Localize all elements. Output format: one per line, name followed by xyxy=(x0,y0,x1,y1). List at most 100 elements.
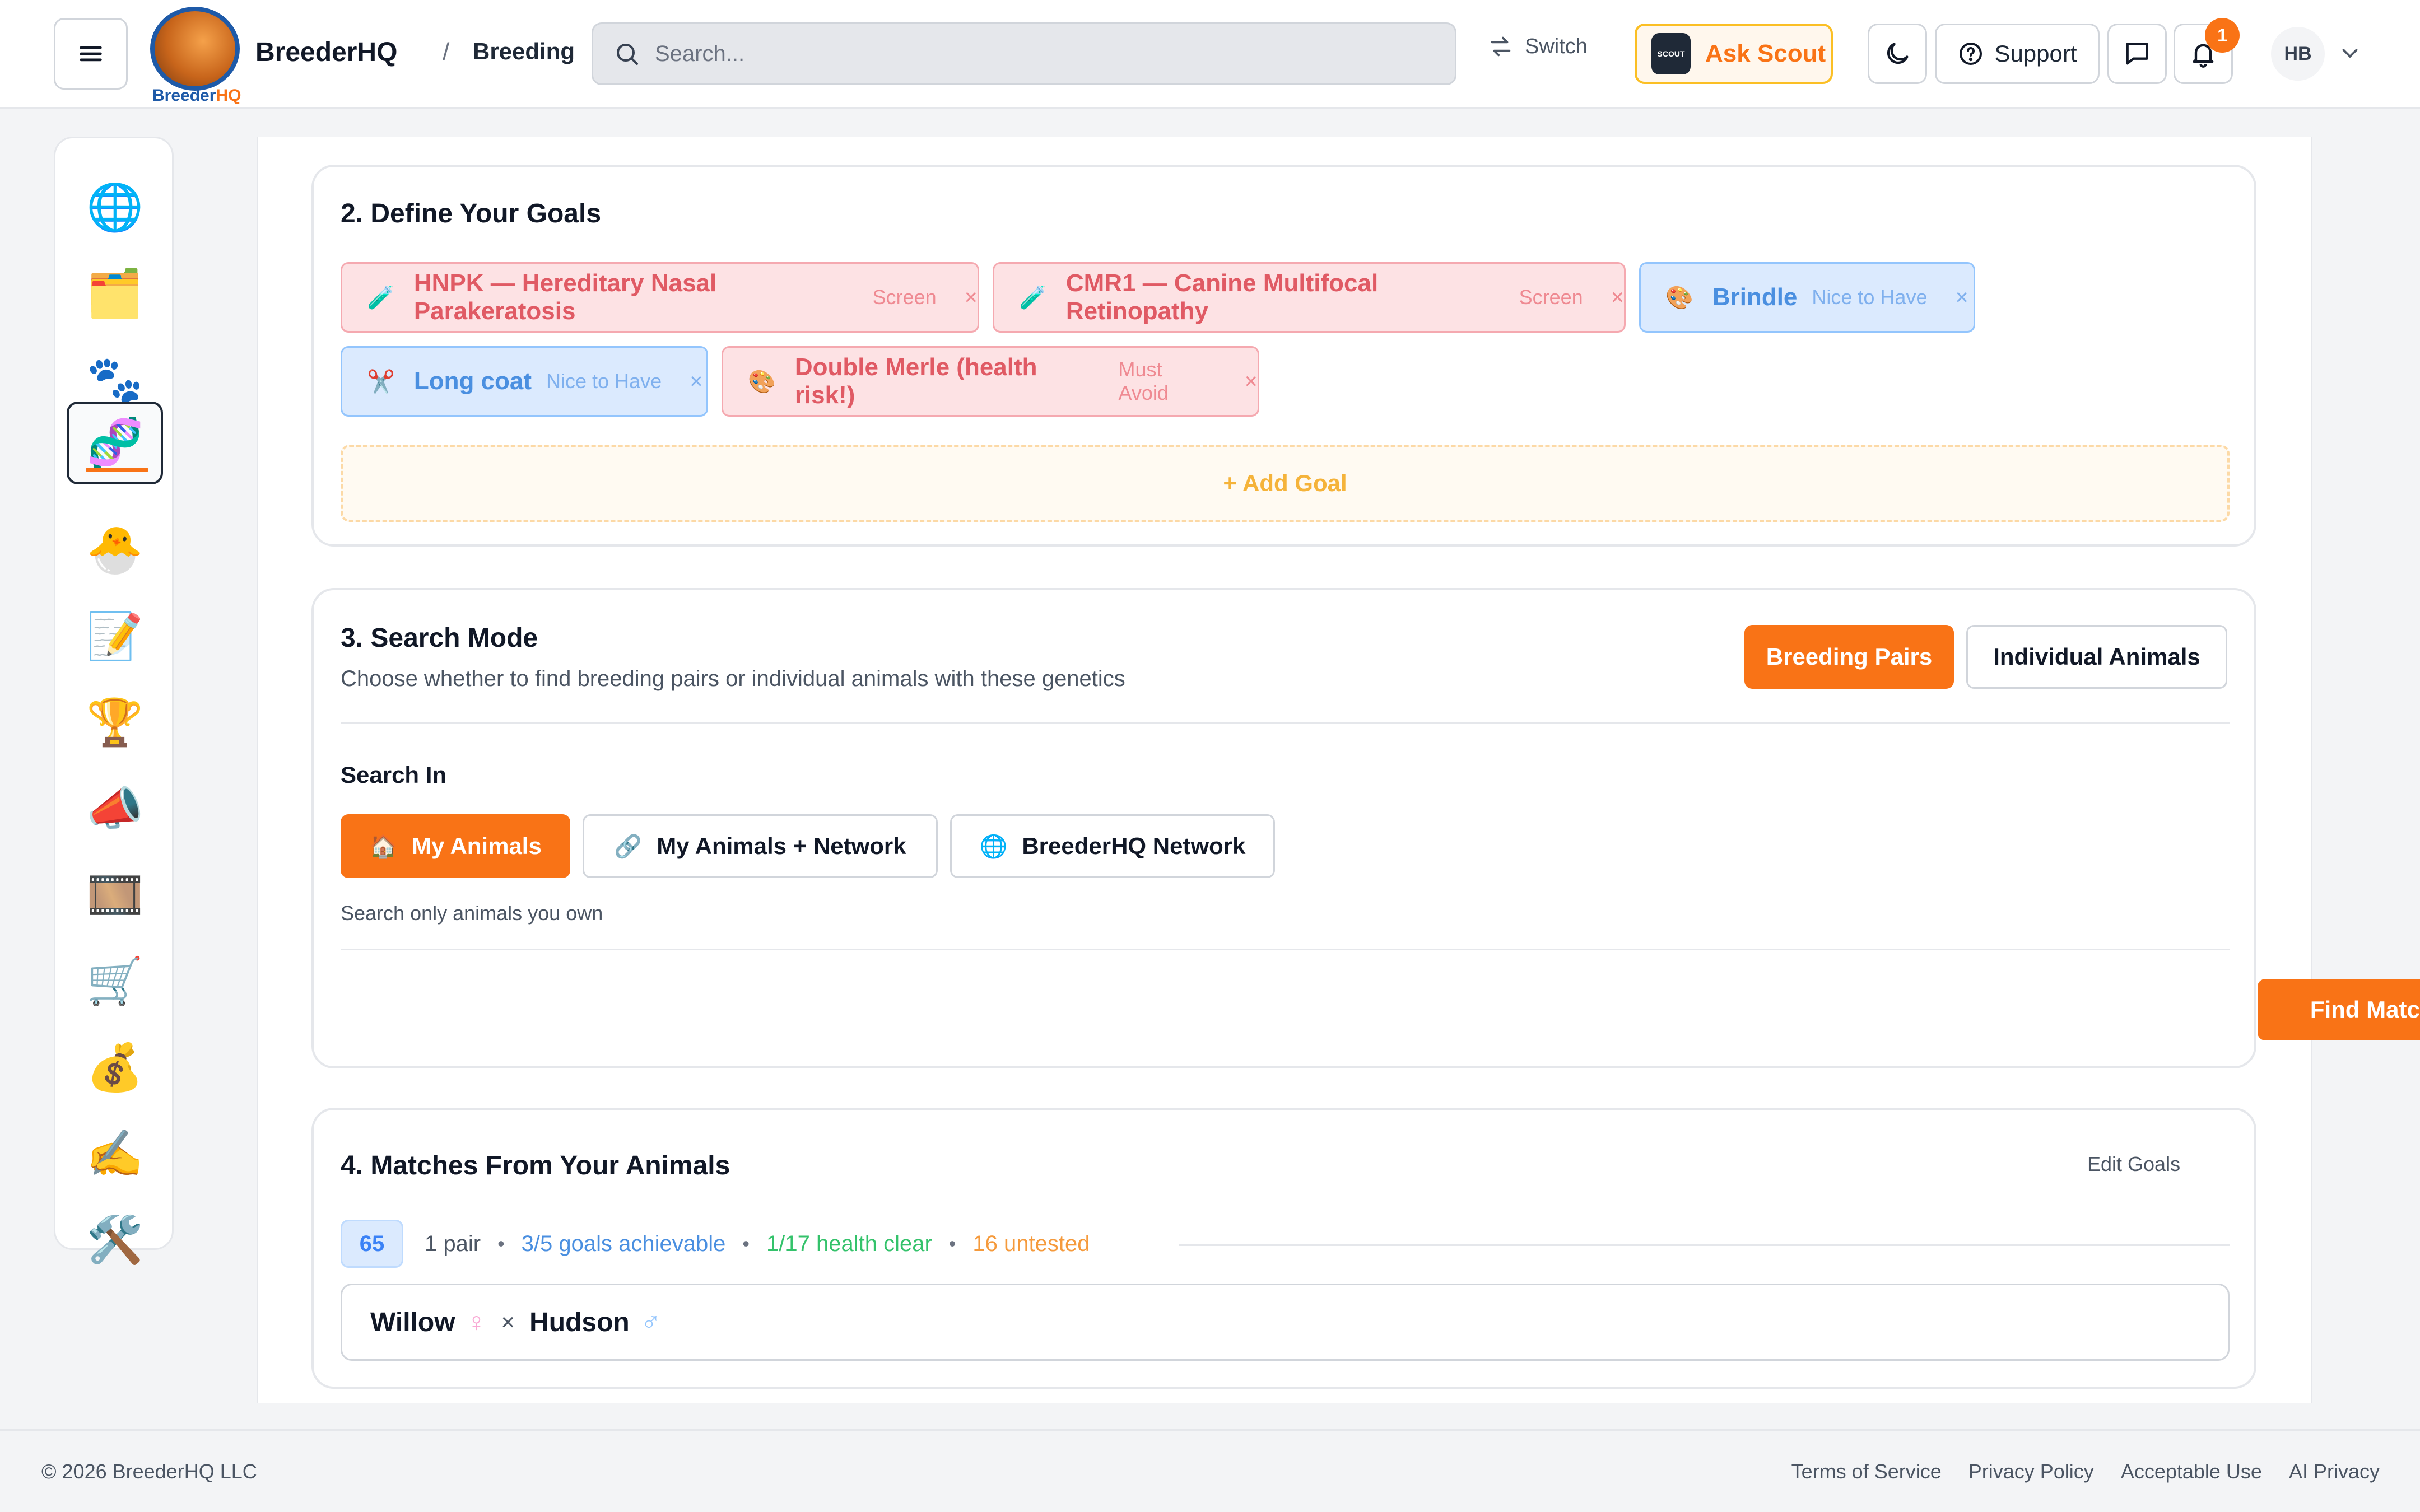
chat-bubble-icon xyxy=(2126,43,2148,65)
remove-goal-icon[interactable]: × xyxy=(1245,369,1258,394)
sidebar-item[interactable]: 📣 xyxy=(67,768,163,851)
sidebar-item[interactable]: 💰 xyxy=(67,1026,163,1109)
breeding-pairs-button[interactable]: Breeding Pairs xyxy=(1744,625,1954,689)
sidebar-item[interactable]: 🗂️ xyxy=(67,253,163,335)
remove-goal-icon[interactable]: × xyxy=(690,369,702,394)
goal-chip[interactable]: 🧪 CMR1 — Canine Multifocal Retinopathy Scr… xyxy=(993,262,1626,333)
dam-name: Willow xyxy=(370,1307,455,1337)
top-nav: BreederHQ BreederHQ / Breeding Switch SC… xyxy=(0,0,2420,109)
goal-chip[interactable]: ✂️ Long coat Nice to Have × xyxy=(341,346,708,417)
sidebar-item[interactable]: 🎞️ xyxy=(67,854,163,937)
divider xyxy=(341,722,2230,724)
search-mode-card: 3. Search Mode Choose whether to find br… xyxy=(311,588,2420,1068)
switch-button[interactable]: Switch xyxy=(1488,34,1588,59)
user-avatar[interactable]: HB xyxy=(2271,27,2325,81)
goal-chip[interactable]: 🎨 Brindle Nice to Have × xyxy=(1639,262,1975,333)
goal-label: Brindle xyxy=(1712,283,1798,311)
megaphone-icon: 📣 xyxy=(86,783,144,834)
add-goal-button[interactable]: + Add Goal xyxy=(341,445,2230,522)
match-count-badge: 65 xyxy=(341,1220,403,1268)
hamburger-icon xyxy=(80,46,102,62)
hatching-chick-icon: 🐣 xyxy=(86,525,144,576)
house-icon: 🏠 xyxy=(369,834,397,859)
goal-priority-tag: Screen xyxy=(1519,286,1583,309)
goal-chip[interactable]: 🎨 Double Merle (health risk!) Must Avoid × xyxy=(722,346,1259,417)
theme-toggle-button[interactable] xyxy=(1868,24,1927,84)
separator-dot: • xyxy=(742,1232,750,1255)
goal-chip[interactable]: 🧪 HNPK — Hereditary Nasal Parakeratosis Sc… xyxy=(341,262,979,333)
remove-goal-icon[interactable]: × xyxy=(965,285,978,310)
sidebar-item[interactable]: 📝 xyxy=(67,595,163,678)
messages-button[interactable] xyxy=(2107,24,2167,84)
switch-label: Switch xyxy=(1525,34,1588,58)
acceptable-use-link[interactable]: Acceptable Use xyxy=(2121,1460,2262,1483)
notification-badge: 1 xyxy=(2205,18,2240,53)
horse-dog-logo-icon xyxy=(150,7,240,91)
sidebar-item[interactable]: 🏆 xyxy=(67,682,163,764)
source-label: BreederHQ Network xyxy=(1022,833,1246,859)
memo-icon: 📝 xyxy=(86,611,144,662)
tools-icon: 🛠️ xyxy=(86,1215,144,1266)
remove-goal-icon[interactable]: × xyxy=(1611,285,1624,310)
sidebar-item[interactable]: 🛒 xyxy=(67,940,163,1023)
sidebar-item[interactable]: 🐣 xyxy=(67,509,163,592)
sidebar-item[interactable]: 🛠️ xyxy=(67,1199,163,1282)
search-input[interactable] xyxy=(655,41,1383,67)
untested-count: 16 untested xyxy=(972,1231,1090,1256)
source-breederhq-network-button[interactable]: 🌐 BreederHQ Network xyxy=(950,814,1275,878)
matches-title: 4. Matches From Your Animals xyxy=(341,1151,730,1180)
sidebar-item[interactable]: 🧬 xyxy=(67,402,163,484)
chip-type-icon: 🎨 xyxy=(748,369,776,394)
globe-icon: 🌐 xyxy=(86,182,144,233)
separator-dot: • xyxy=(948,1232,956,1255)
goal-label: Long coat xyxy=(413,367,532,395)
global-search[interactable] xyxy=(592,22,1456,85)
goals-title: 2. Define Your Goals xyxy=(341,199,602,228)
terms-link[interactable]: Terms of Service xyxy=(1791,1460,1942,1483)
source-my-animals-network-button[interactable]: 🔗 My Animals + Network xyxy=(583,814,938,878)
cart-icon: 🛒 xyxy=(86,956,144,1007)
menu-button[interactable] xyxy=(54,18,128,90)
paw-icon: 🐾 xyxy=(86,354,144,405)
goals-achievable: 3/5 goals achievable xyxy=(521,1231,726,1256)
breadcrumb-current: Breeding xyxy=(473,38,575,64)
privacy-link[interactable]: Privacy Policy xyxy=(1968,1460,2094,1483)
separator-dot: • xyxy=(497,1232,505,1255)
brand-name[interactable]: BreederHQ xyxy=(255,37,397,68)
footer-links: Terms of Service Privacy Policy Acceptab… xyxy=(1791,1460,2380,1483)
globe-icon: 🌐 xyxy=(979,834,1008,859)
goal-label: Double Merle (health risk!) xyxy=(794,353,1037,409)
search-source-hint: Search only animals you own xyxy=(341,902,603,925)
chevron-down-icon[interactable] xyxy=(2337,40,2363,66)
goal-priority-tag: Nice to Have xyxy=(1812,286,1928,309)
search-in-label: Search In xyxy=(341,762,447,788)
sidebar-item[interactable]: 🌐 xyxy=(67,166,163,249)
scout-badge-icon: SCOUT xyxy=(1651,33,1691,74)
support-button[interactable]: Support xyxy=(1935,24,2100,84)
ai-privacy-link[interactable]: AI Privacy xyxy=(2289,1460,2380,1483)
cross-icon: × xyxy=(501,1309,515,1335)
ask-scout-button[interactable]: SCOUT Ask Scout xyxy=(1635,24,1833,84)
goal-priority-tag: Screen xyxy=(872,286,937,309)
chip-type-icon: 🧪 xyxy=(1019,285,1047,310)
goal-priority-tag: Must Avoid xyxy=(1118,358,1169,404)
link-icon: 🔗 xyxy=(614,834,643,859)
chip-type-icon: 🧪 xyxy=(367,285,395,310)
matches-card: 4. Matches From Your Animals 65 1 pair •… xyxy=(311,1108,2256,1389)
copyright: © 2026 BreederHQ LLC xyxy=(41,1460,257,1483)
trophy-icon: 🏆 xyxy=(86,697,144,748)
sidebar-item[interactable]: ✍️ xyxy=(67,1113,163,1196)
remove-goal-icon[interactable]: × xyxy=(1955,285,1968,310)
find-matches-button[interactable]: Find Matches xyxy=(2258,979,2420,1040)
male-icon: ♂ xyxy=(640,1307,661,1337)
individual-animals-button[interactable]: Individual Animals xyxy=(1966,625,2227,689)
brand-logo[interactable]: BreederHQ xyxy=(146,4,242,105)
film-icon: 🎞️ xyxy=(86,870,144,921)
source-my-animals-button[interactable]: 🏠 My Animals xyxy=(341,814,570,878)
source-label: My Animals + Network xyxy=(657,833,906,859)
pair-count: 1 pair xyxy=(425,1231,481,1256)
divider xyxy=(341,949,2230,950)
match-pair-row[interactable]: Willow ♀ × Hudson ♂ xyxy=(341,1284,2230,1361)
search-icon xyxy=(617,44,638,65)
edit-goals-link[interactable]: Edit Goals xyxy=(2087,1152,2180,1176)
